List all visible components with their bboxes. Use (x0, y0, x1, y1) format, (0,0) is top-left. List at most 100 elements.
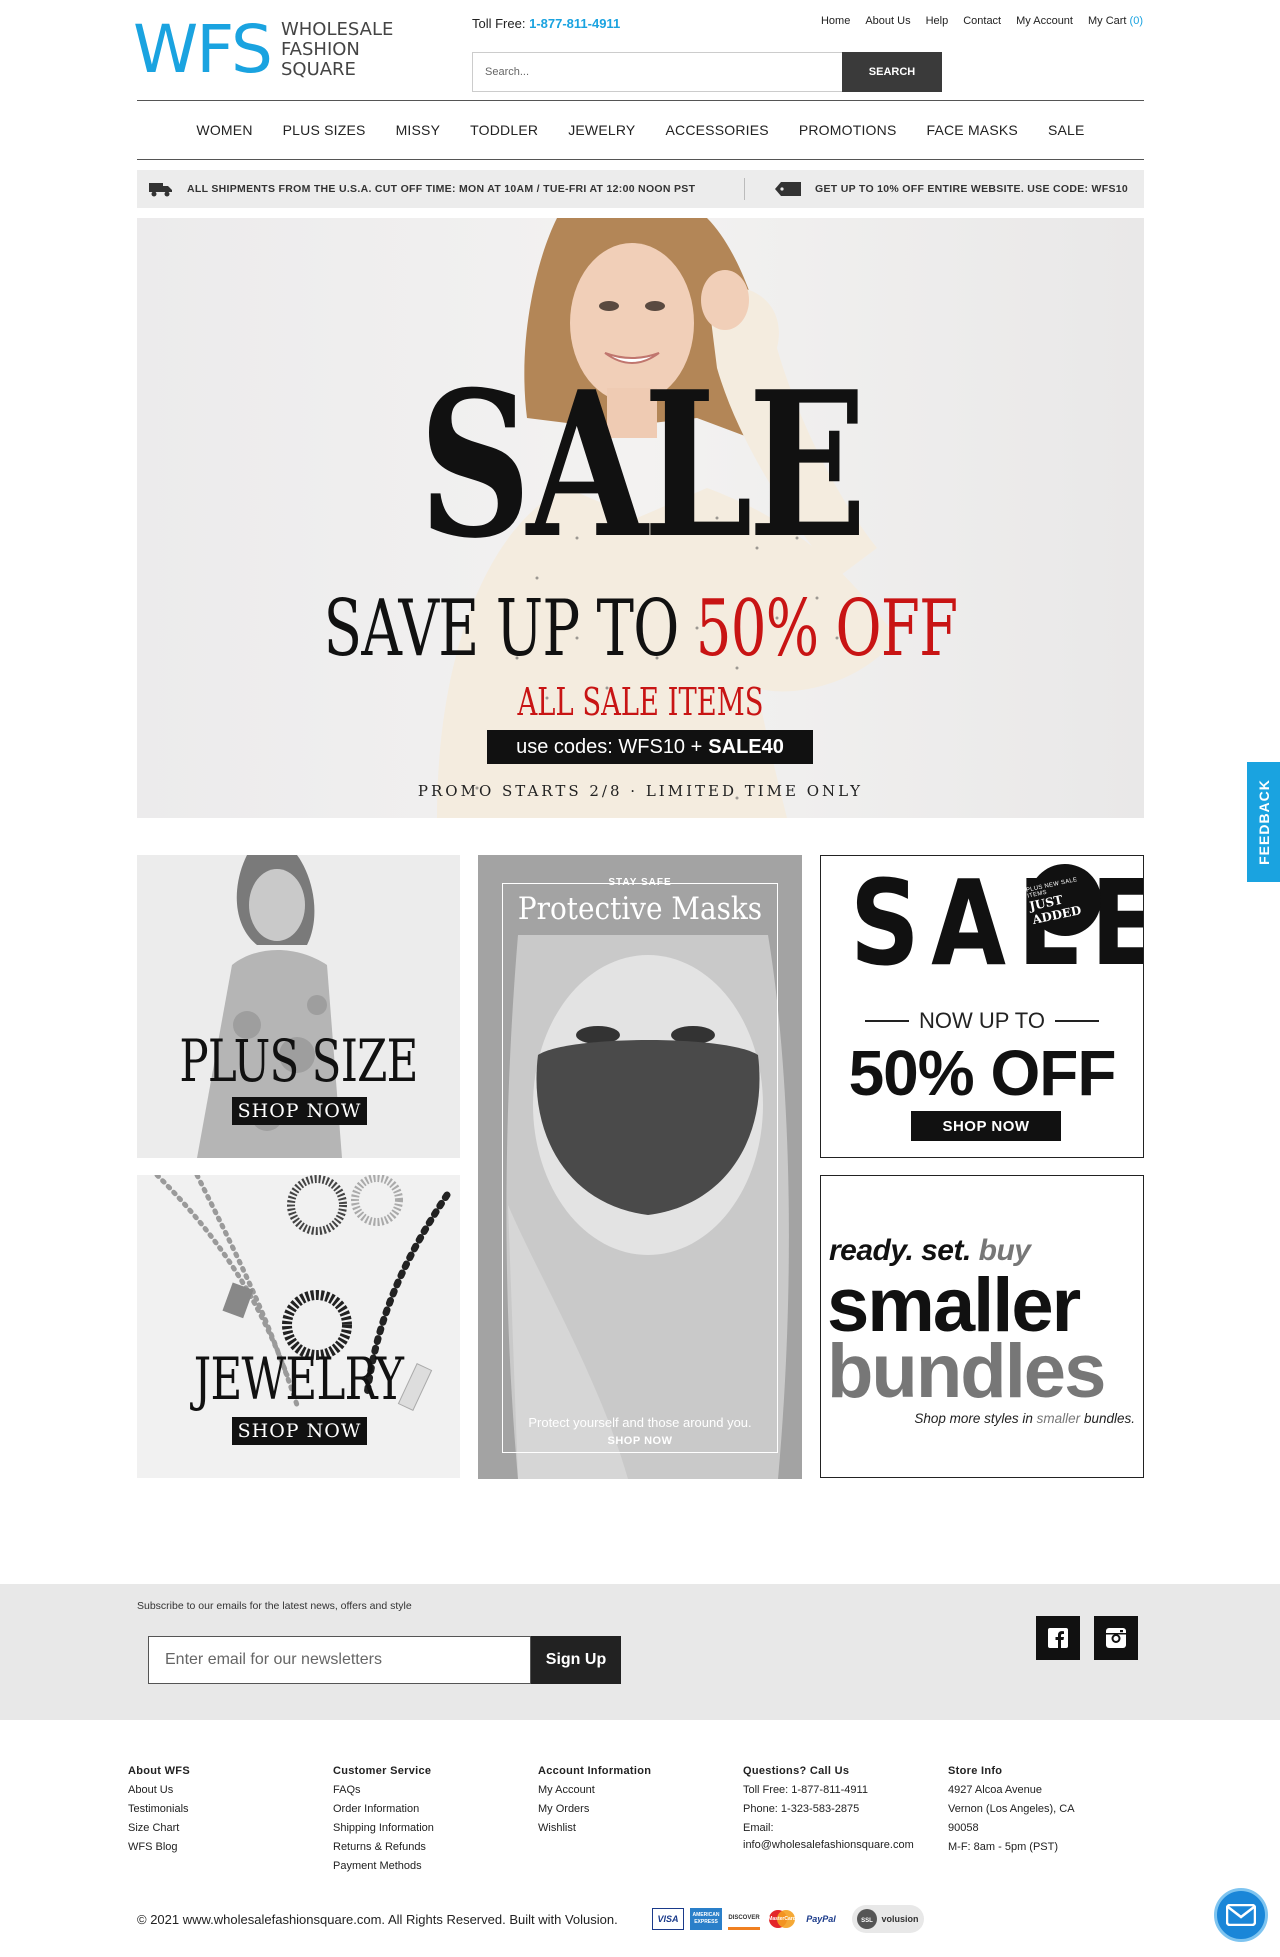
newsletter-section: Subscribe to our emails for the latest n… (0, 1584, 1280, 1720)
svg-text:SSL: SSL (862, 1918, 874, 1924)
nav-plus-sizes[interactable]: PLUS SIZES (283, 122, 366, 138)
footer-account-title: Account Information (538, 1765, 652, 1777)
facebook-icon[interactable] (1036, 1616, 1080, 1660)
footer-store-title: Store Info (948, 1765, 1003, 1777)
footer-link[interactable]: Size Chart (128, 1819, 190, 1838)
bundles-tagline: Shop more styles in smaller bundles. (914, 1411, 1135, 1426)
footer-link[interactable]: About Us (128, 1781, 190, 1800)
feedback-label: FEEDBACK (1255, 779, 1272, 865)
link-about-us[interactable]: About Us (865, 15, 910, 27)
footer-link[interactable]: WFS Blog (128, 1838, 190, 1857)
link-my-account[interactable]: My Account (1016, 15, 1073, 27)
bundles-bundles: bundles (827, 1329, 1106, 1414)
toll-label: Toll Free: (472, 16, 526, 31)
hero-promo-dates: PROMO STARTS 2/8 · LIMITED TIME ONLY (417, 782, 864, 800)
face-masks-tile[interactable]: STAY SAFE Protective Masks Protect yours… (478, 855, 802, 1479)
hero-banner[interactable]: SALE SAVE UP TO 50% OFF ALL SALE ITEMS u… (137, 218, 1144, 818)
nav-sale[interactable]: SALE (1048, 122, 1085, 138)
footer-phone: Phone: 1-323-583-2875 (743, 1803, 860, 1815)
footer-store-info: Store Info 4927 Alcoa Avenue Vernon (Los… (948, 1762, 1075, 1857)
footer-link[interactable]: Testimonials (128, 1800, 190, 1819)
plus-size-tile[interactable]: PLUS SIZE SHOP NOW (137, 855, 460, 1158)
footer-contact: Questions? Call Us Toll Free: 1-877-811-… (743, 1762, 914, 1852)
bundles-tagline-a: Shop more styles in (914, 1411, 1033, 1426)
top-links: Home About Us Help Contact My Account My… (821, 15, 1143, 27)
footer-link[interactable]: FAQs (333, 1781, 434, 1800)
footer-address: 4927 Alcoa Avenue (948, 1784, 1042, 1796)
jewelry-tile[interactable]: JEWELRY SHOP NOW (137, 1175, 460, 1478)
footer-link[interactable]: Returns & Refunds (333, 1838, 434, 1857)
my-cart-label: My Cart (1087, 15, 1127, 27)
hero-sale-title: SALE (418, 348, 867, 583)
footer-link[interactable]: Order Information (333, 1800, 434, 1819)
visa-icon: VISA (652, 1908, 684, 1930)
footer-hours: M-F: 8am - 5pm (PST) (948, 1841, 1059, 1853)
footer-address: Vernon (Los Angeles), CA (948, 1803, 1075, 1815)
shipping-notice: ALL SHIPMENTS FROM THE U.S.A. CUT OFF TI… (137, 178, 745, 200)
discount-text: GET UP TO 10% OFF ENTIRE WEBSITE. USE CO… (815, 183, 1129, 195)
footer-email-label: Email: (743, 1822, 774, 1834)
footer-link[interactable]: My Account (538, 1781, 651, 1800)
logo-line: SQUARE (280, 59, 356, 80)
link-home[interactable]: Home (821, 15, 850, 27)
shipping-text: ALL SHIPMENTS FROM THE U.S.A. CUT OFF TI… (187, 183, 696, 195)
nav-women[interactable]: WOMEN (196, 122, 252, 138)
link-help[interactable]: Help (926, 15, 949, 27)
hero-save-line: SAVE UP TO 50% OFF (278, 590, 1003, 668)
sale-now-up-to: NOW UP TO (821, 1008, 1143, 1034)
truck-icon (149, 181, 173, 197)
mastercard-label: MasterCard (768, 1916, 796, 1922)
link-contact[interactable]: Contact (963, 15, 1001, 27)
footer-link[interactable]: Shipping Information (333, 1819, 434, 1838)
plus-size-shop-button[interactable]: SHOP NOW (232, 1097, 367, 1125)
bundles-tile[interactable]: ready. set. buy smaller bundles Shop mor… (820, 1175, 1144, 1478)
volusion-label: volusion (881, 1914, 919, 1924)
link-my-cart[interactable]: My Cart (0) (1088, 15, 1143, 27)
feedback-tab[interactable]: FEEDBACK (1247, 762, 1280, 882)
footer-about-title: About WFS (128, 1765, 190, 1777)
nav-missy[interactable]: MISSY (396, 122, 441, 138)
nav-toddler[interactable]: TODDLER (470, 122, 538, 138)
logo-mark: WFS (133, 11, 273, 88)
sale-shop-button[interactable]: SHOP NOW (911, 1111, 1061, 1141)
footer-address: 90058 (948, 1822, 979, 1834)
search-input[interactable] (472, 52, 842, 92)
jewelry-shop-button[interactable]: SHOP NOW (232, 1417, 367, 1445)
search-button[interactable]: SEARCH (842, 52, 942, 92)
logo-line: FASHION (280, 39, 360, 60)
hero-promo-codes: use codes: WFS10 + SALE40 (487, 730, 813, 764)
nav-face-masks[interactable]: FACE MASKS (926, 122, 1017, 138)
footer-customer-service: Customer Service FAQs Order Information … (333, 1762, 434, 1876)
footer-email-link[interactable]: info@wholesalefashionsquare.com (743, 1838, 914, 1852)
nav-jewelry[interactable]: JEWELRY (568, 122, 635, 138)
masks-frame (502, 883, 778, 1453)
nav-accessories[interactable]: ACCESSORIES (665, 122, 768, 138)
sale-tile[interactable]: SALE PLUS NEW SALE ITEMS JUST ADDED NOW … (820, 855, 1144, 1158)
amex-icon: AMERICAN EXPRESS (690, 1908, 722, 1930)
site-logo[interactable]: WFS WHOLESALE FASHION SQUARE (133, 11, 413, 88)
discount-notice: GET UP TO 10% OFF ENTIRE WEBSITE. USE CO… (745, 170, 1128, 208)
nav-promotions[interactable]: PROMOTIONS (799, 122, 897, 138)
cart-count: (0) (1129, 15, 1143, 27)
masks-shop-button[interactable]: SHOP NOW (478, 1435, 802, 1447)
footer-link[interactable]: Payment Methods (333, 1857, 434, 1876)
logo-text: WHOLESALE FASHION SQUARE (281, 20, 393, 80)
instagram-icon[interactable] (1094, 1616, 1138, 1660)
paypal-icon: PayPal (806, 1914, 836, 1924)
chat-icon[interactable] (1214, 1888, 1268, 1942)
hero-save-percent: 50% OFF (695, 584, 958, 674)
footer-link[interactable]: My Orders (538, 1800, 651, 1819)
bundles-tagline-c: bundles. (1083, 1411, 1135, 1426)
divider-line (1054, 1020, 1099, 1022)
hero-codes-prefix: use codes: WFS10 + (516, 735, 703, 758)
divider-line (865, 1020, 910, 1022)
toll-free: Toll Free: 1-877-811-4911 (472, 16, 620, 31)
footer-toll-free: Toll Free: 1-877-811-4911 (743, 1784, 868, 1796)
hero-save-prefix: SAVE UP TO (323, 584, 680, 674)
newsletter-signup-button[interactable]: Sign Up (531, 1636, 621, 1684)
newsletter-email-input[interactable] (148, 1636, 531, 1684)
footer-link[interactable]: Wishlist (538, 1819, 651, 1838)
ssl-volusion-badge: SSL volusion (852, 1905, 924, 1933)
footer-contact-title: Questions? Call Us (743, 1765, 850, 1777)
toll-number[interactable]: 1-877-811-4911 (529, 16, 620, 31)
